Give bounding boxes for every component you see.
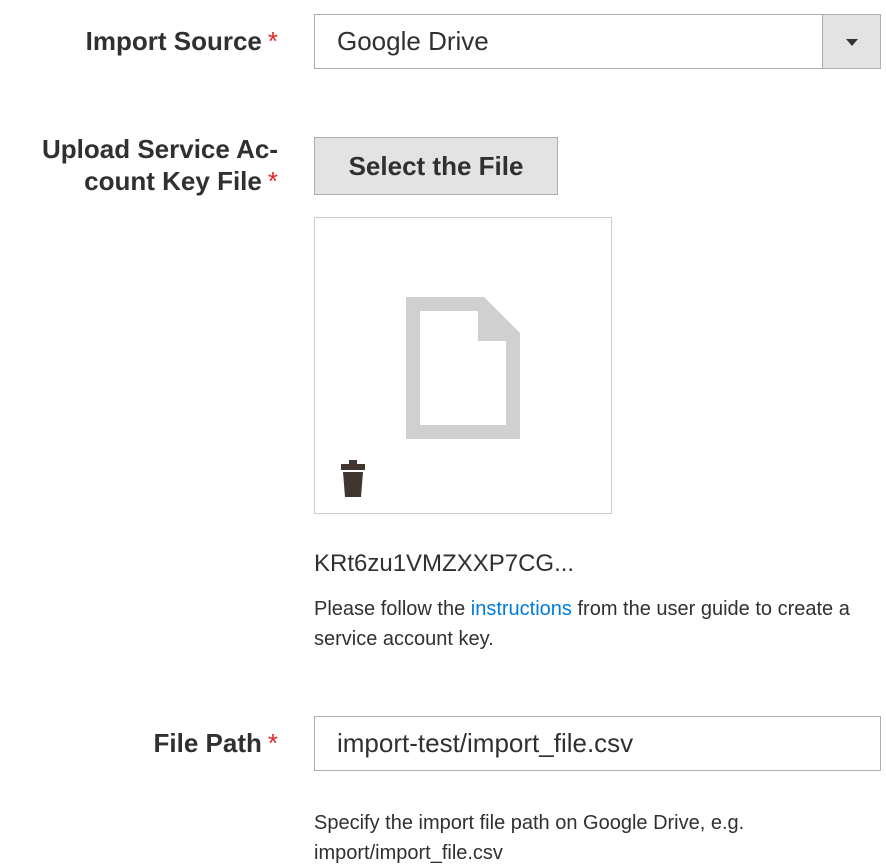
import-source-label: Import Source * xyxy=(86,25,278,57)
file-path-input[interactable] xyxy=(314,716,881,771)
file-preview xyxy=(314,217,612,514)
import-source-label-text: Import Source xyxy=(85,26,262,56)
file-path-note: Specify the import file path on Google D… xyxy=(314,812,745,864)
key-file-note-text-start: Please follow the xyxy=(314,598,471,620)
trash-icon[interactable] xyxy=(341,460,365,497)
document-icon xyxy=(406,297,520,439)
select-file-button[interactable]: Select the File xyxy=(314,137,558,195)
upload-key-file-label: Upload Service Ac- count Key File * xyxy=(42,133,278,197)
import-source-selected-value: Google Drive xyxy=(337,26,489,56)
key-file-note: Please follow the instructions from the … xyxy=(314,594,874,654)
upload-key-file-label-line1: Upload Service Ac- xyxy=(41,134,278,164)
required-marker: * xyxy=(267,26,278,56)
import-source-dropdown-toggle[interactable] xyxy=(822,15,880,68)
required-marker: * xyxy=(267,728,278,758)
instructions-link[interactable]: instructions xyxy=(471,598,572,620)
required-marker: * xyxy=(267,166,278,196)
chevron-down-icon xyxy=(845,38,858,46)
file-path-label: File Path * xyxy=(154,727,278,759)
import-form: Import Source * Google Drive Upload Servi… xyxy=(0,0,886,868)
upload-key-file-label-line2: count Key File xyxy=(84,166,262,196)
uploaded-file-name: KRt6zu1VMZXXP7CG... xyxy=(314,550,575,577)
file-path-label-text: File Path xyxy=(153,728,262,758)
import-source-select[interactable]: Google Drive xyxy=(314,14,881,69)
